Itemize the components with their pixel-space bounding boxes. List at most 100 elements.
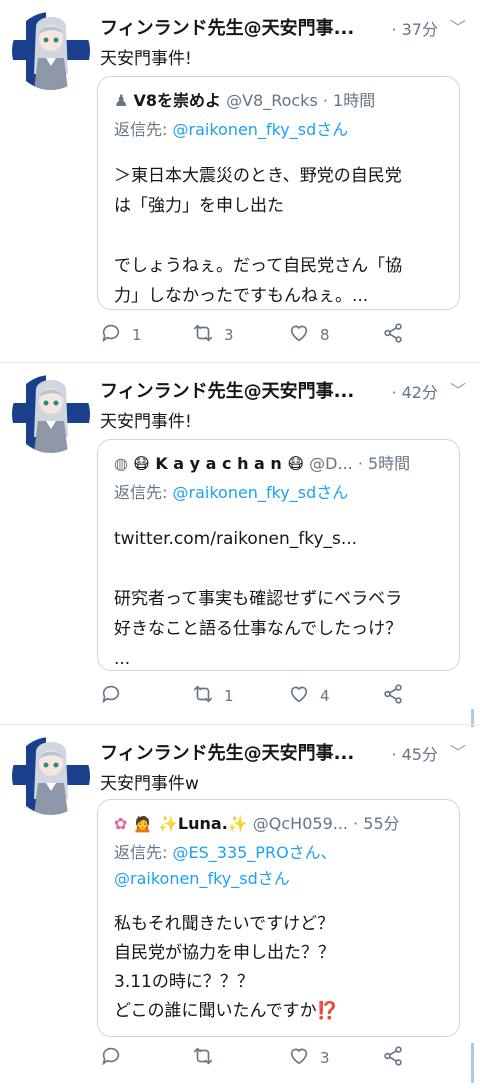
quote-line xyxy=(114,221,445,251)
quoted-tweet[interactable]: ◍ 😷 K a y a c h a n 😷 @D... · 5時間 返信先: @… xyxy=(97,439,460,671)
quoted-tweet[interactable]: ✿ 🙍 ✨Luna.✨ @QcH059... · 55分 返信先: @ES_33… xyxy=(97,799,460,1037)
reply-count: 1 xyxy=(132,326,142,344)
chevron-down-icon[interactable]: ﹀ xyxy=(450,14,466,38)
quote-body: ＞東日本大震災のとき、野党の自民党 は「強力」を申し出た でしょうねぇ。だって自… xyxy=(114,161,445,311)
share-button[interactable] xyxy=(382,683,414,709)
chevron-down-icon[interactable]: ﹀ xyxy=(450,377,466,401)
avatar[interactable] xyxy=(12,737,90,815)
quote-line: ... xyxy=(114,649,131,669)
quote-handle: @D... xyxy=(309,454,353,473)
quote-body: 私もそれ聞きたいですけど？ 自民党が協力を申し出た？？ 3.11の時に？？？ ど… xyxy=(114,910,445,1026)
reply-label: 返信先: xyxy=(114,843,168,862)
retweet-icon xyxy=(192,1045,224,1071)
quote-line: 自民党が協力を申し出た？？ xyxy=(114,943,335,963)
retweet-button[interactable]: 1 xyxy=(192,683,234,709)
quote-time: · 55分 xyxy=(353,814,400,833)
quote-avatar-icon: ♟ xyxy=(114,91,129,110)
quote-header: ◍ 😷 K a y a c h a n 😷 @D... · 5時間 xyxy=(114,450,449,474)
tweet-text: 天安門事件! xyxy=(100,49,192,69)
quote-line xyxy=(114,554,445,584)
share-icon xyxy=(382,322,414,348)
like-icon xyxy=(288,1045,320,1071)
retweet-icon xyxy=(192,322,224,348)
tweet-header: フィンランド先生@天安門事... · 42分 ﹀ xyxy=(100,377,468,403)
quote-line: 私もそれ聞きたいですけど？ xyxy=(114,914,335,934)
retweet-count: 1 xyxy=(224,687,234,705)
like-count: 8 xyxy=(320,326,330,344)
tweet[interactable]: フィンランド先生@天安門事... · 42分 ﹀ 天安門事件! ◍ 😷 K a … xyxy=(0,362,480,727)
quote-line: どこの誰に聞いたんですか⁉️ xyxy=(114,1001,338,1021)
quote-line: は「強力」を申し出た xyxy=(114,196,284,216)
quote-display-name: 🙍 ✨Luna.✨ xyxy=(132,814,248,833)
reply-button[interactable]: 1 xyxy=(100,322,142,348)
retweet-count: 3 xyxy=(224,326,234,344)
quote-line: でしょうねぇ。だって自民党さん「協 xyxy=(114,256,403,276)
quote-avatar-icon: ✿ xyxy=(114,814,128,833)
scrollbar[interactable] xyxy=(471,1043,474,1083)
tweet-header: フィンランド先生@天安門事... · 37分 ﹀ xyxy=(100,14,468,40)
like-icon xyxy=(288,322,320,348)
tweet[interactable]: フィンランド先生@天安門事... · 45分 ﹀ 天安門事件w ✿ 🙍 ✨Lun… xyxy=(0,724,480,1090)
timestamp[interactable]: · 42分 xyxy=(391,379,438,403)
reply-handles[interactable]: @raikonen_fky_sdさん xyxy=(114,866,337,892)
display-name[interactable]: フィンランド先生@天安門事... xyxy=(100,743,354,764)
timestamp[interactable]: · 45分 xyxy=(391,741,438,765)
quote-line: ＞東日本大震災のとき、野党の自民党 xyxy=(114,166,402,186)
quote-line: 研究者って事実も確認せずにベラベラ xyxy=(114,589,403,609)
display-name[interactable]: フィンランド先生@天安門事... xyxy=(100,381,354,402)
avatar[interactable] xyxy=(12,375,90,453)
reply-label: 返信先: xyxy=(114,120,168,139)
quote-handle: @QcH059... xyxy=(252,814,348,833)
quoted-tweet[interactable]: ♟ V8を崇めよ @V8_Rocks · 1時間 返信先: @raikonen_… xyxy=(97,76,460,310)
quote-display-name: V8を崇めよ xyxy=(133,91,221,110)
quote-header: ✿ 🙍 ✨Luna.✨ @QcH059... · 55分 xyxy=(114,810,449,834)
quote-line: 3.11の時に？？？ xyxy=(114,972,254,992)
share-button[interactable] xyxy=(382,322,414,348)
like-count: 3 xyxy=(320,1049,330,1067)
quote-display-name: 😷 K a y a c h a n 😷 xyxy=(133,454,305,473)
reply-to: 返信先: @raikonen_fky_sdさん xyxy=(114,480,348,506)
reply-icon xyxy=(100,322,132,348)
quote-link[interactable]: twitter.com/raikonen_fky_s... xyxy=(114,524,445,554)
quote-avatar-icon: ◍ xyxy=(114,454,128,473)
reply-icon xyxy=(100,683,132,709)
quote-header: ♟ V8を崇めよ @V8_Rocks · 1時間 xyxy=(114,87,449,111)
reply-button[interactable] xyxy=(100,683,132,709)
share-icon xyxy=(382,683,414,709)
reply-button[interactable] xyxy=(100,1045,132,1071)
quote-line: 力」しなかったですもんねぇ。... xyxy=(114,286,369,306)
like-button[interactable]: 3 xyxy=(288,1045,330,1071)
reply-handles[interactable]: @raikonen_fky_sdさん xyxy=(173,120,349,139)
retweet-icon xyxy=(192,683,224,709)
reply-label: 返信先: xyxy=(114,483,168,502)
tweet-header: フィンランド先生@天安門事... · 45分 ﹀ xyxy=(100,739,468,765)
tweet-text: 天安門事件! xyxy=(100,412,192,432)
like-count: 4 xyxy=(320,687,330,705)
quote-line: 好きなこと語る仕事なんでしたっけ？ xyxy=(114,619,403,639)
avatar[interactable] xyxy=(12,12,90,90)
chevron-down-icon[interactable]: ﹀ xyxy=(450,739,466,763)
quote-time: · 5時間 xyxy=(357,454,411,473)
share-button[interactable] xyxy=(382,1045,414,1071)
reply-handles[interactable]: @ES_335_PROさん、 xyxy=(173,843,337,862)
display-name[interactable]: フィンランド先生@天安門事... xyxy=(100,18,354,39)
quote-body: twitter.com/raikonen_fky_s... 研究者って事実も確認… xyxy=(114,524,445,674)
tweet-text: 天安門事件w xyxy=(100,774,199,794)
share-icon xyxy=(382,1045,414,1071)
reply-to: 返信先: @raikonen_fky_sdさん xyxy=(114,117,348,143)
tweet-actions: 3 xyxy=(100,1045,420,1077)
tweet-actions: 1 3 8 xyxy=(100,322,420,354)
reply-to: 返信先: @ES_335_PROさん、 @raikonen_fky_sdさん xyxy=(114,840,337,892)
retweet-button[interactable] xyxy=(192,1045,224,1071)
tweet[interactable]: フィンランド先生@天安門事... · 37分 ﹀ 天安門事件! ♟ V8を崇めよ… xyxy=(0,0,480,362)
timestamp[interactable]: · 37分 xyxy=(391,16,438,40)
quote-handle: @V8_Rocks xyxy=(226,91,318,110)
reply-handles[interactable]: @raikonen_fky_sdさん xyxy=(173,483,349,502)
quote-time: · 1時間 xyxy=(322,91,376,110)
like-icon xyxy=(288,683,320,709)
like-button[interactable]: 4 xyxy=(288,683,330,709)
retweet-button[interactable]: 3 xyxy=(192,322,234,348)
like-button[interactable]: 8 xyxy=(288,322,330,348)
reply-icon xyxy=(100,1045,132,1071)
tweet-actions: 1 4 xyxy=(100,683,420,715)
